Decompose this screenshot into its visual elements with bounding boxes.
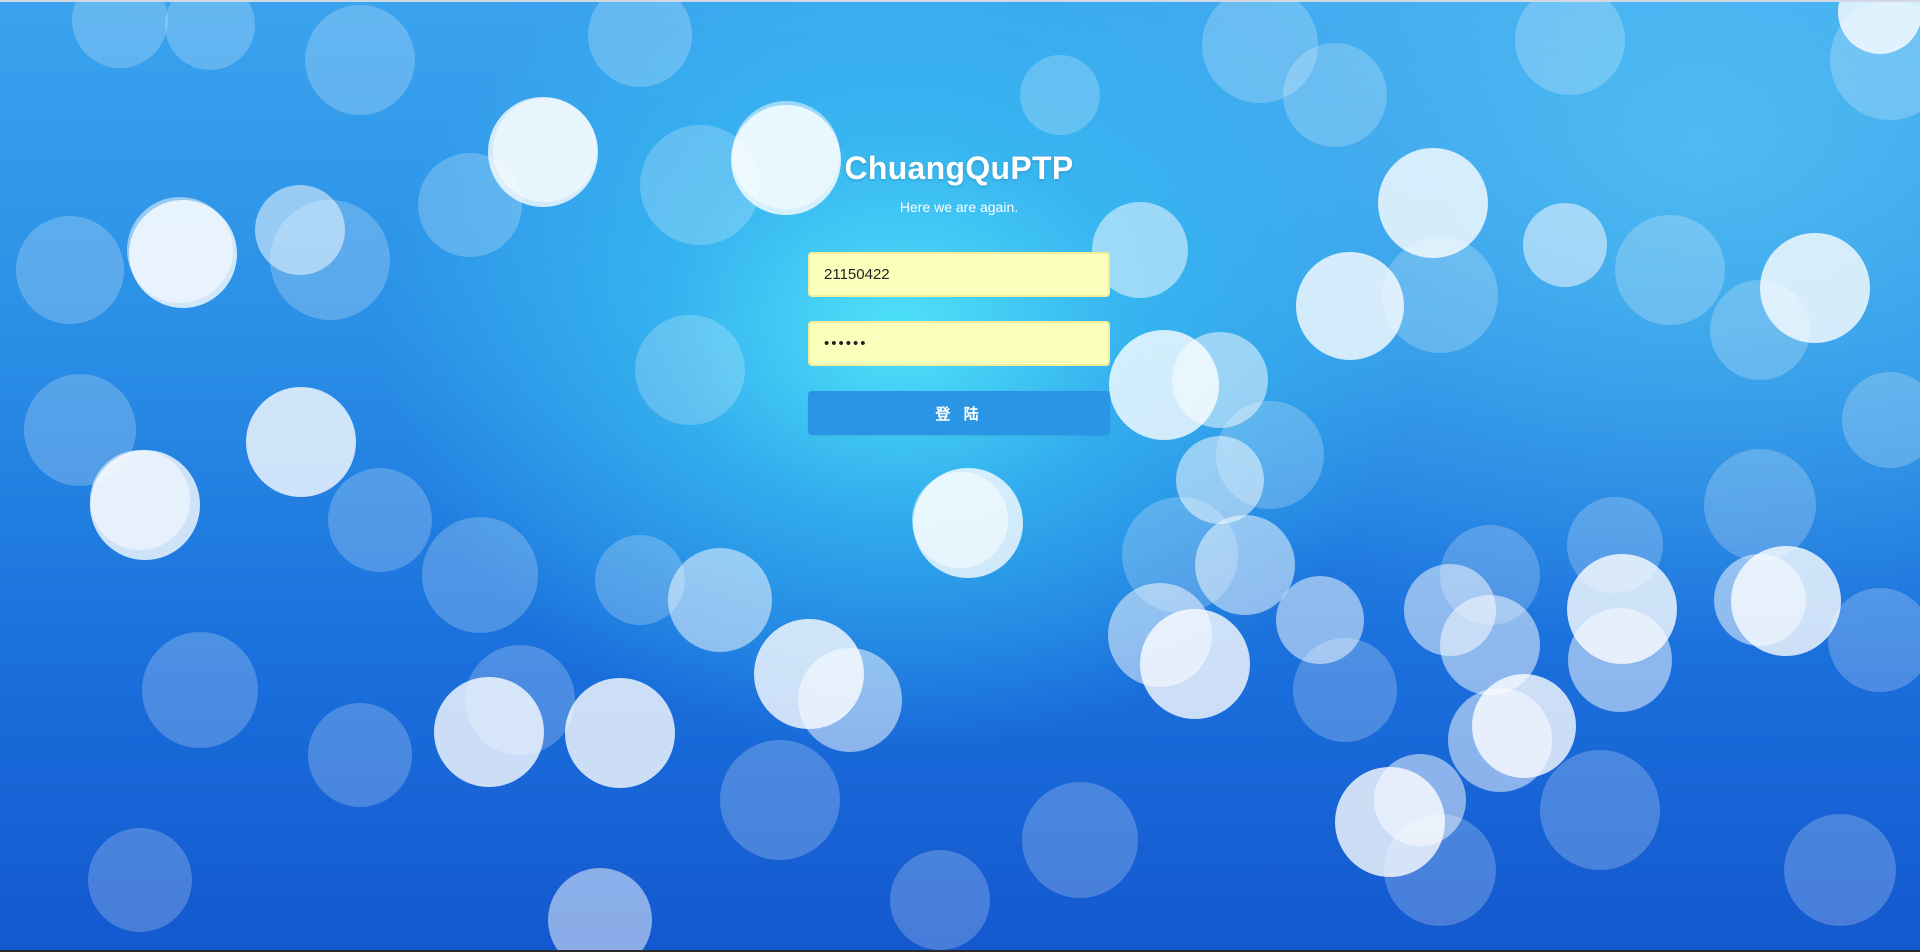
password-input[interactable] [808,321,1110,366]
bokeh-background [16,0,1920,952]
brand-subtitle: Here we are again. [899,199,1019,215]
login-page: ChuangQuPTP Here we are again. 登 陆 [0,0,1920,952]
top-border [0,0,1920,2]
login-button[interactable]: 登 陆 [808,391,1110,435]
brand-title: ChuangQuPTP [844,150,1074,186]
username-input[interactable] [808,252,1110,297]
login-panel: ChuangQuPTP Here we are again. 登 陆 [808,150,1110,435]
